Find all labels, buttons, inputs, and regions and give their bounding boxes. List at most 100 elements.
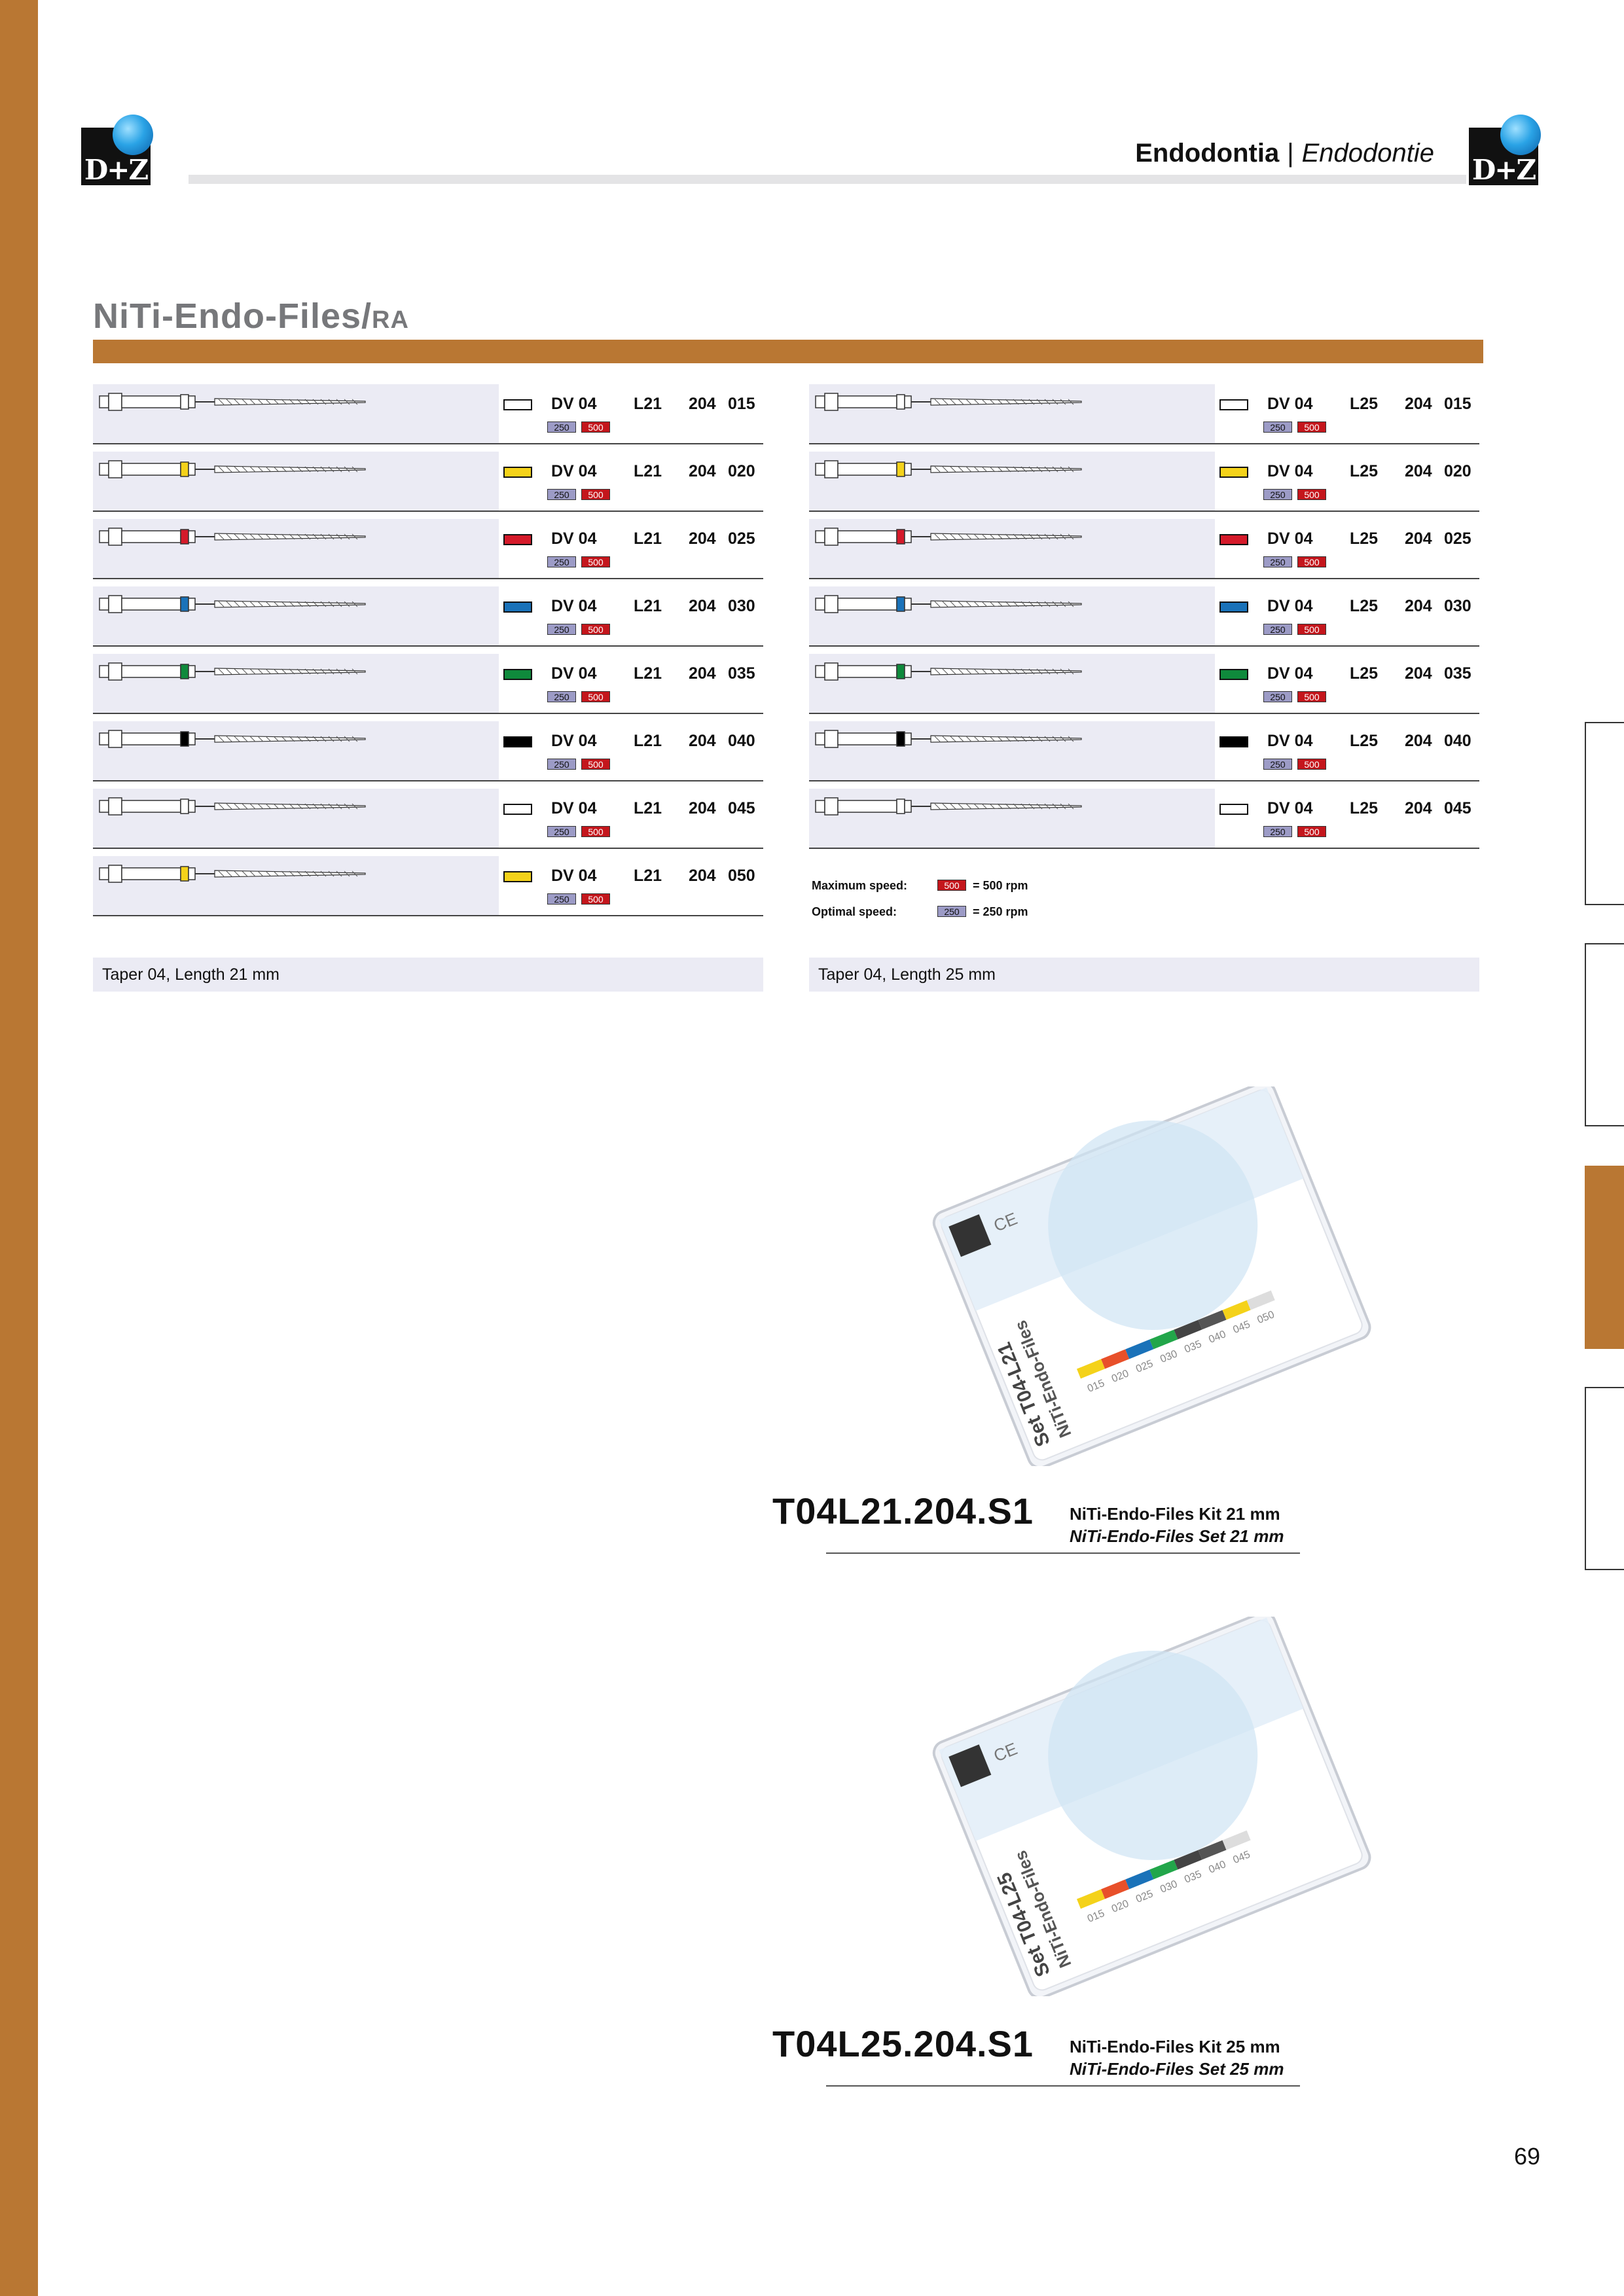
series-code: 204 [689,799,716,817]
length-code: L21 [634,597,662,615]
endo-file-drawing [99,797,366,816]
model-code: DV 04 [551,867,597,885]
endo-file-drawing [815,393,1082,411]
size-code: 045 [1444,799,1471,817]
length-code: L21 [634,395,662,413]
size-code: 040 [728,732,755,750]
row-underline [93,848,763,849]
max-speed-badge: 500 [1297,691,1326,702]
file-image-cell [809,789,1215,848]
row-underline [809,780,1479,781]
series-code: 204 [1405,462,1432,480]
file-image-cell [809,721,1215,780]
series-code: 204 [1405,664,1432,683]
max-speed-badge: 500 [581,759,610,770]
color-code-swatch [1219,534,1248,545]
series-code: 204 [689,867,716,885]
kit-box-25mm-image: CESet T04-L25NiTi-Endo-Files 015020025030… [932,1617,1371,1996]
optimal-speed-badge: 250 [547,556,576,567]
length-code: L25 [1350,664,1379,683]
max-speed-badge: 500 [581,556,610,567]
product-row: DV 04 L25 204 040 250 500 [809,721,1479,781]
max-speed-badge: 500 [1297,826,1326,837]
length-code: L21 [634,664,662,683]
row-underline [93,511,763,512]
endo-file-drawing [815,595,1082,613]
product-row: DV 04 L25 204 025 250 500 [809,519,1479,579]
chapter-tab-4[interactable] [1585,1387,1624,1570]
caption-taper-25: Taper 04, Length 25 mm [809,958,1479,992]
file-image-cell [93,856,499,915]
length-code: L21 [634,462,662,480]
chapter-tab-2[interactable] [1585,943,1624,1126]
endo-file-drawing [99,662,366,681]
series-code: 204 [1405,597,1432,615]
row-underline [809,443,1479,444]
page-edge-band [0,0,38,2296]
file-image-cell [93,586,499,645]
length-code: L21 [634,867,662,885]
max-speed-badge: 500 [581,826,610,837]
size-code: 030 [1444,597,1471,615]
color-code-swatch [1219,399,1248,410]
color-code-swatch [503,467,532,478]
header-title-it: Endodontia [1135,139,1280,168]
color-code-swatch [1219,467,1248,478]
length-code: L21 [634,529,662,548]
endo-file-drawing [99,595,366,613]
product-row: DV 04 L21 204 020 250 500 [93,452,763,512]
kit-name-21-de: NiTi-Endo-Files Set 21 mm [1070,1526,1284,1546]
size-code: 040 [1444,732,1471,750]
model-code: DV 04 [551,462,597,480]
kit-name-21-it: NiTi-Endo-Files Kit 21 mm [1070,1504,1280,1524]
model-code: DV 04 [551,664,597,683]
length-code: L25 [1350,799,1379,817]
model-code: DV 04 [1267,462,1313,480]
kit-code-25: T04L25.204.S1 [772,2023,1034,2064]
optimal-speed-badge: 250 [547,489,576,500]
series-code: 204 [689,597,716,615]
file-image-cell [93,384,499,443]
max-speed-badge: 500 [581,489,610,500]
chapter-tab-active[interactable] [1585,1166,1624,1349]
length-code: L25 [1350,395,1379,413]
product-row: DV 04 L25 204 035 250 500 [809,654,1479,714]
color-code-swatch [503,669,532,680]
endo-file-drawing [815,730,1082,748]
file-image-cell [93,654,499,713]
length-code: L25 [1350,732,1379,750]
endo-file-drawing [99,528,366,546]
size-code: 025 [728,529,755,548]
model-code: DV 04 [1267,799,1313,817]
row-underline [809,848,1479,849]
product-row: DV 04 L21 204 015 250 500 [93,384,763,444]
color-code-swatch [1219,804,1248,815]
series-code: 204 [689,462,716,480]
max-speed-badge: 500 [581,422,610,433]
max-speed-badge: 500 [581,893,610,905]
kit-rule-21 [826,1552,1300,1554]
product-row: DV 04 L25 204 015 250 500 [809,384,1479,444]
series-code: 204 [689,529,716,548]
section-title-bar [93,340,1483,363]
chapter-tab-1[interactable] [1585,722,1624,905]
product-row: DV 04 L21 204 045 250 500 [93,789,763,849]
model-code: DV 04 [551,732,597,750]
optimal-speed-badge: 250 [1263,826,1292,837]
kit-box-21mm-image: CESet T04-L21NiTi-Endo-Files 015020025030… [932,1086,1371,1466]
model-code: DV 04 [1267,395,1313,413]
size-code: 030 [728,597,755,615]
file-image-cell [93,721,499,780]
endo-file-drawing [99,393,366,411]
header-title-de: Endodontie [1301,139,1434,168]
section-title: NiTi-Endo-Files/RA [93,296,409,336]
size-code: 020 [728,462,755,480]
endo-file-drawing [99,865,366,883]
endo-file-drawing [815,528,1082,546]
optimal-speed-badge: 250 [1263,556,1292,567]
file-image-cell [93,452,499,511]
optimal-speed-badge: 250 [547,422,576,433]
optimal-speed-badge: 250 [547,826,576,837]
color-code-swatch [1219,601,1248,613]
legend-max-badge: 500 [937,880,966,891]
